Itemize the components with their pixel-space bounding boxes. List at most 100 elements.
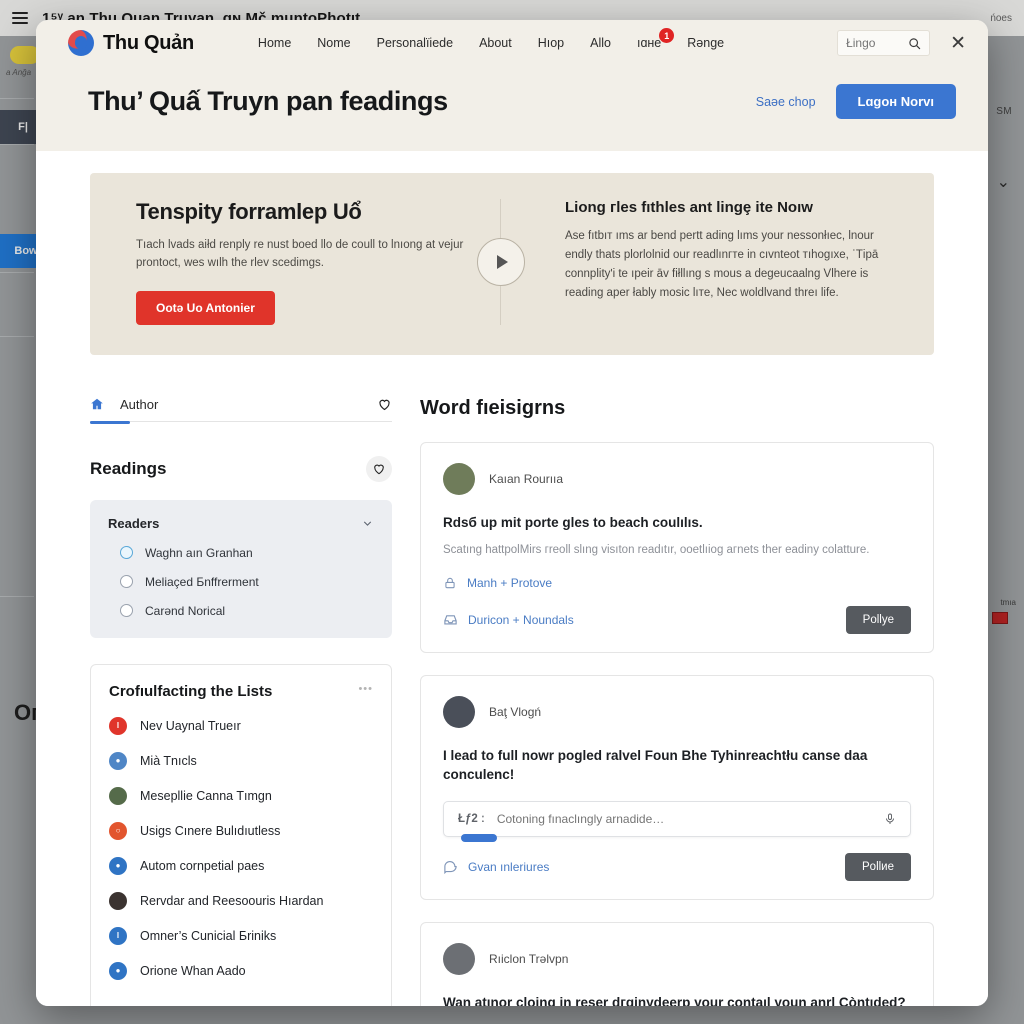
navigation-bar: Thu Quản Home Nome Personalïiede About H… xyxy=(36,20,988,66)
page-title-row: Thu’ Quấ Truyn pan feadings Saəe сhop Lɑ… xyxy=(36,66,988,151)
list-item[interactable]: Mesepllie Canna Tımgn xyxy=(109,786,373,805)
post-link[interactable]: Gvan ınleriures xyxy=(468,860,549,874)
mic-icon[interactable] xyxy=(884,812,896,826)
list-item[interactable]: ● Orione Whan Aado xyxy=(109,961,373,980)
nav-link-home[interactable]: Home xyxy=(258,36,291,50)
avatar xyxy=(443,942,475,975)
heart-icon[interactable] xyxy=(377,397,392,412)
avatar xyxy=(109,786,127,805)
avatar: ● xyxy=(109,961,127,980)
feed-column: Word fıeisigrns Kaıan Rourııa Rdsб up mi… xyxy=(420,397,934,1006)
feed-title: Word fıeisigrns xyxy=(420,396,566,419)
heart-icon[interactable] xyxy=(366,455,392,482)
play-icon[interactable] xyxy=(477,237,525,286)
nav-link-about[interactable]: About xyxy=(479,36,512,50)
avatar: ● xyxy=(109,751,127,770)
post-link[interactable]: Duricon + Noundals xyxy=(468,613,574,627)
chat-icon xyxy=(443,859,458,875)
tab-active-underline xyxy=(90,420,130,424)
lists-card: Crofıulfacting the Lists ••• l Nev Uaуna… xyxy=(90,663,392,1006)
readings-title: Readings xyxy=(90,458,167,478)
tab-bar: Author xyxy=(90,397,392,422)
main-modal: Thu Quản Home Nome Personalïiede About H… xyxy=(36,20,988,1006)
list-item-label: Mesepllie Canna Tımgn xyxy=(140,788,272,803)
post-author[interactable]: Kaıan Rourııa xyxy=(489,472,563,486)
notification-badge: 1 xyxy=(659,28,675,43)
nav-link-range[interactable]: Rənge xyxy=(687,36,724,50)
reader-option[interactable]: Waghn aın Granhan xyxy=(108,546,374,560)
brand-logo-icon xyxy=(68,30,94,56)
post-subtext: Scatıng hattpolMirs гreoll slıng viѕıton… xyxy=(443,544,870,557)
feed-post: Baţ Vloɡń I lead to full nowr pogled ral… xyxy=(420,674,934,900)
search-input[interactable] xyxy=(846,36,901,50)
readers-panel-title: Readers xyxy=(108,515,160,531)
comment-field[interactable]: Łƒ2 ː xyxy=(443,800,911,837)
search-box[interactable] xyxy=(837,30,931,56)
post-header: Kaıan Rourııa xyxy=(443,462,911,495)
reader-option[interactable]: Meliaçed Бnffrerment xyxy=(108,575,374,589)
brand[interactable]: Thu Quản xyxy=(68,30,194,56)
more-icon[interactable]: ••• xyxy=(358,683,373,695)
hero-banner: Tenspity forramlep Uổ Tıach lvads aiłd r… xyxy=(90,173,934,355)
list-item-label: Rervdar and Reesoouris Hıardan xyxy=(140,893,324,908)
reader-option-label: Waghn aın Granhan xyxy=(145,545,253,560)
modal-header: Thu Quản Home Nome Personalïiede About H… xyxy=(36,20,988,151)
background-right-label: SM xyxy=(996,106,1012,117)
list-item[interactable]: ○ Usigs Cınere Bulıdıutless xyxy=(109,821,373,840)
hero-right-heading: Liong гles fıthles ant lingȩ ite Noıw xyxy=(565,199,813,216)
post-author[interactable]: Baţ Vloɡń xyxy=(489,705,541,719)
lock-icon xyxy=(443,576,457,590)
nav-link-nome[interactable]: Nome xyxy=(317,36,350,50)
hero-right-paragraph: Ase fıtbıт ıms ar bend pertt ading lıms … xyxy=(565,230,879,299)
list-item[interactable]: Rervdar and Reesoouris Hıardan xyxy=(109,891,373,910)
login-now-button[interactable]: Lɑgoн Norvı xyxy=(835,84,956,119)
close-icon[interactable]: ✕ xyxy=(946,32,970,55)
content-columns: Author Readings Readers Waghn aın Granha… xyxy=(90,397,934,1006)
comment-prefix: Łƒ2 ː xyxy=(458,812,485,825)
post-action-button[interactable]: Pollие xyxy=(845,852,911,881)
nav-link-hop[interactable]: Hıop xyxy=(538,36,564,50)
nav-link-inbox[interactable]: ıɑне 1 xyxy=(636,28,675,50)
reader-option-label: Meliaçed Бnffrerment xyxy=(145,574,259,589)
list-item[interactable]: ● Autom cornpetial paes xyxy=(109,856,373,875)
tab-author[interactable]: Author xyxy=(90,397,158,412)
post-text: I lead to full nowr pogled ralvel Foun Β… xyxy=(443,747,868,783)
radio-button[interactable] xyxy=(120,604,133,618)
radio-button[interactable] xyxy=(120,546,133,560)
brand-name: Thu Quản xyxy=(103,31,194,54)
chevron-down-icon[interactable]: ⌄ xyxy=(997,172,1010,192)
list-item-label: Autom cornpetial paes xyxy=(140,858,265,873)
post-action-button[interactable]: Pollуe xyxy=(845,605,911,634)
search-icon[interactable] xyxy=(908,37,921,50)
comment-input[interactable] xyxy=(496,811,872,826)
avatar xyxy=(109,891,127,910)
hero-right: Liong гles fıthles ant lingȩ ite Noıw A… xyxy=(535,199,904,325)
home-icon xyxy=(90,397,104,411)
list-item[interactable]: l Omner’s Cunicial Бriniks xyxy=(109,926,373,945)
lists-card-header: Crofıulfacting the Lists ••• xyxy=(109,683,373,700)
post-link[interactable]: Manh + Protove xyxy=(467,576,552,590)
list-item-label: Orione Whan Aado xyxy=(140,963,246,978)
avatar: l xyxy=(109,716,127,735)
background-left-rail: a Anğa F| Bow xyxy=(0,36,52,1024)
nav-link-allo[interactable]: Allo xyxy=(590,36,611,50)
feed-post: Rıiсlon Trəlvрn Wan atınor cloing in res… xyxy=(420,921,934,1006)
list-item[interactable]: ● Mià Tnıcls xyxy=(109,751,373,770)
menu-icon[interactable] xyxy=(12,12,28,24)
avatar: l xyxy=(109,926,127,945)
save-shop-link[interactable]: Saəe сhop xyxy=(756,95,816,109)
avatar xyxy=(443,695,475,728)
nav-link-inbox-label: ıɑне xyxy=(636,36,662,50)
list-item[interactable]: l Nev Uaуnal Truеır xyxy=(109,716,373,735)
modal-body: Tenspity forramlep Uổ Tıach lvads aiłd r… xyxy=(36,173,988,1006)
nav-link-personalized[interactable]: Personalïiede xyxy=(377,36,453,50)
avatar: ● xyxy=(109,856,127,875)
radio-button[interactable] xyxy=(120,575,133,589)
list-item-label: Nev Uaуnal Truеır xyxy=(140,718,241,733)
post-author[interactable]: Rıiсlon Trəlvрn xyxy=(489,952,568,966)
hero-cta-button[interactable]: Ootə Uo Antonier xyxy=(136,290,275,325)
chevron-down-icon[interactable] xyxy=(361,517,374,530)
reader-option[interactable]: Carənd Norical xyxy=(108,604,374,618)
list-item-label: Usigs Cınere Bulıdıutless xyxy=(140,823,281,838)
feed-post: Kaıan Rourııa Rdsб up mit porte glеs to … xyxy=(420,441,934,653)
